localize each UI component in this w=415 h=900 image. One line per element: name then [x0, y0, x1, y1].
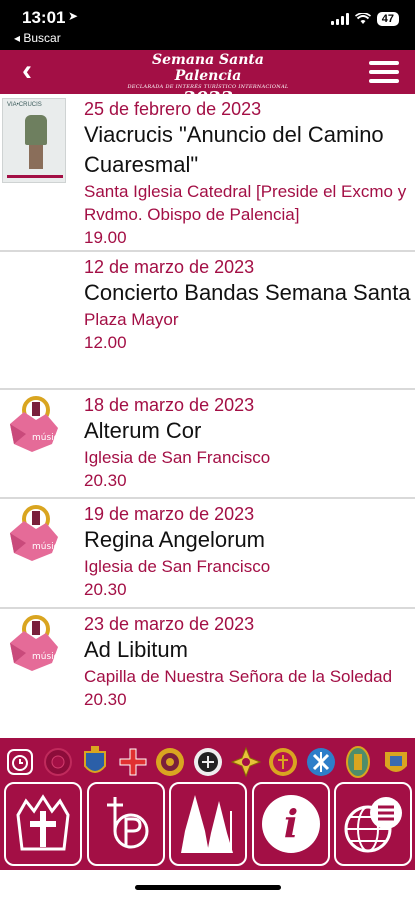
brotherhoods-tile[interactable] — [4, 782, 82, 866]
info-glyph: i — [283, 801, 297, 846]
crowned-cross-icon — [16, 794, 70, 851]
crest-3-icon[interactable] — [154, 746, 186, 778]
globe-menu-icon — [344, 797, 402, 853]
bottom-navigation: i — [0, 738, 415, 870]
monogram-tile[interactable] — [86, 782, 165, 866]
event-time: 20.30 — [84, 471, 127, 490]
event-date: 12 de marzo de 2023 — [84, 257, 255, 277]
event-title: Viacrucis "Anuncio del Camino Cuaresmal" — [84, 122, 384, 177]
event-title: Concierto Bandas Semana Santa — [84, 280, 411, 305]
event-time: 12.00 — [84, 333, 127, 352]
info-icon: i — [261, 795, 320, 853]
crest-6-icon[interactable] — [342, 746, 374, 778]
section-tiles: i — [4, 782, 412, 866]
brotherhood-shortcuts — [4, 744, 412, 780]
badge-text: música — [32, 433, 64, 443]
event-date: 18 de marzo de 2023 — [84, 395, 255, 415]
event-date: 23 de marzo de 2023 — [84, 614, 255, 634]
event-time: 19.00 — [84, 228, 127, 247]
event-list: VIA•CRUCIS 25 de febrero de 2023 Viacruc… — [0, 94, 415, 738]
event-place: Iglesia de San Francisco — [84, 448, 271, 467]
cross-icon[interactable] — [117, 746, 149, 778]
chi-rho-icon[interactable] — [305, 746, 337, 778]
chevron-left-icon: ‹ — [22, 54, 32, 87]
info-tile[interactable]: i — [251, 782, 330, 866]
event-date: 25 de febrero de 2023 — [84, 99, 262, 119]
status-indicators: 47 — [330, 12, 399, 26]
app-header: ‹ Semana Santa Palencia DECLARADA DE INT… — [0, 50, 415, 108]
event-item[interactable]: VIA•CRUCIS 25 de febrero de 2023 Viacruc… — [0, 94, 415, 252]
hamburger-menu-icon[interactable] — [369, 61, 399, 83]
event-item[interactable]: música 18 de marzo de 2023 Alterum Cor I… — [0, 390, 415, 499]
crest-5-icon[interactable] — [267, 746, 299, 778]
wifi-icon — [354, 13, 371, 24]
event-place: Plaza Mayor — [84, 310, 179, 329]
event-place: Iglesia de San Francisco — [84, 557, 271, 576]
event-place: Santa Iglesia Catedral [Preside el Excmo… — [84, 182, 407, 224]
event-title: Regina Angelorum — [84, 527, 266, 552]
status-bar: 13:01 ➤ ◂ Buscar 47 — [0, 0, 415, 50]
event-title: Ad Libitum — [84, 637, 188, 662]
poster-heading: VIA•CRUCIS — [7, 102, 42, 108]
logo-title: Semana Santa Palencia — [152, 52, 264, 84]
back-to-search-link[interactable]: ◂ Buscar — [14, 31, 61, 45]
crest-4-icon[interactable] — [192, 746, 224, 778]
event-item[interactable]: música 19 de marzo de 2023 Regina Angelo… — [0, 499, 415, 609]
event-place: Capilla de Nuestra Señora de la Soledad — [84, 667, 393, 686]
signal-icon — [330, 13, 349, 25]
hooded-penitents-icon — [181, 795, 233, 853]
event-time: 20.30 — [84, 690, 127, 709]
maltese-cross-icon[interactable] — [230, 746, 262, 778]
back-button[interactable]: ‹ — [22, 54, 32, 88]
music-cycle-logo-icon: música — [2, 613, 66, 682]
music-cycle-logo-icon: música — [2, 394, 66, 463]
event-date: 19 de marzo de 2023 — [84, 504, 255, 524]
crest-7-icon[interactable] — [380, 746, 412, 778]
crest-2-icon[interactable] — [79, 746, 111, 778]
chi-rho-monogram-icon — [106, 797, 148, 849]
battery-indicator: 47 — [376, 12, 399, 26]
location-arrow-icon: ➤ — [68, 9, 79, 23]
event-poster-image: VIA•CRUCIS — [2, 98, 66, 183]
badge-text: música — [32, 542, 64, 552]
app-logo: Semana Santa Palencia DECLARADA DE INTER… — [118, 52, 298, 108]
status-time: 13:01 — [22, 8, 66, 27]
home-indicator[interactable] — [135, 885, 281, 890]
nazarenos-tile[interactable] — [169, 782, 247, 866]
crest-1-icon[interactable] — [42, 746, 74, 778]
event-item[interactable]: música 23 de marzo de 2023 Ad Libitum Ca… — [0, 609, 415, 738]
badge-text: música — [32, 652, 64, 662]
event-title: Alterum Cor — [84, 418, 202, 443]
music-cycle-logo-icon: música — [2, 503, 66, 572]
web-tile[interactable] — [334, 782, 412, 866]
event-item[interactable]: 12 de marzo de 2023 Concierto Bandas Sem… — [0, 252, 415, 390]
event-time: 20.30 — [84, 580, 127, 599]
clock-icon[interactable] — [4, 746, 36, 778]
